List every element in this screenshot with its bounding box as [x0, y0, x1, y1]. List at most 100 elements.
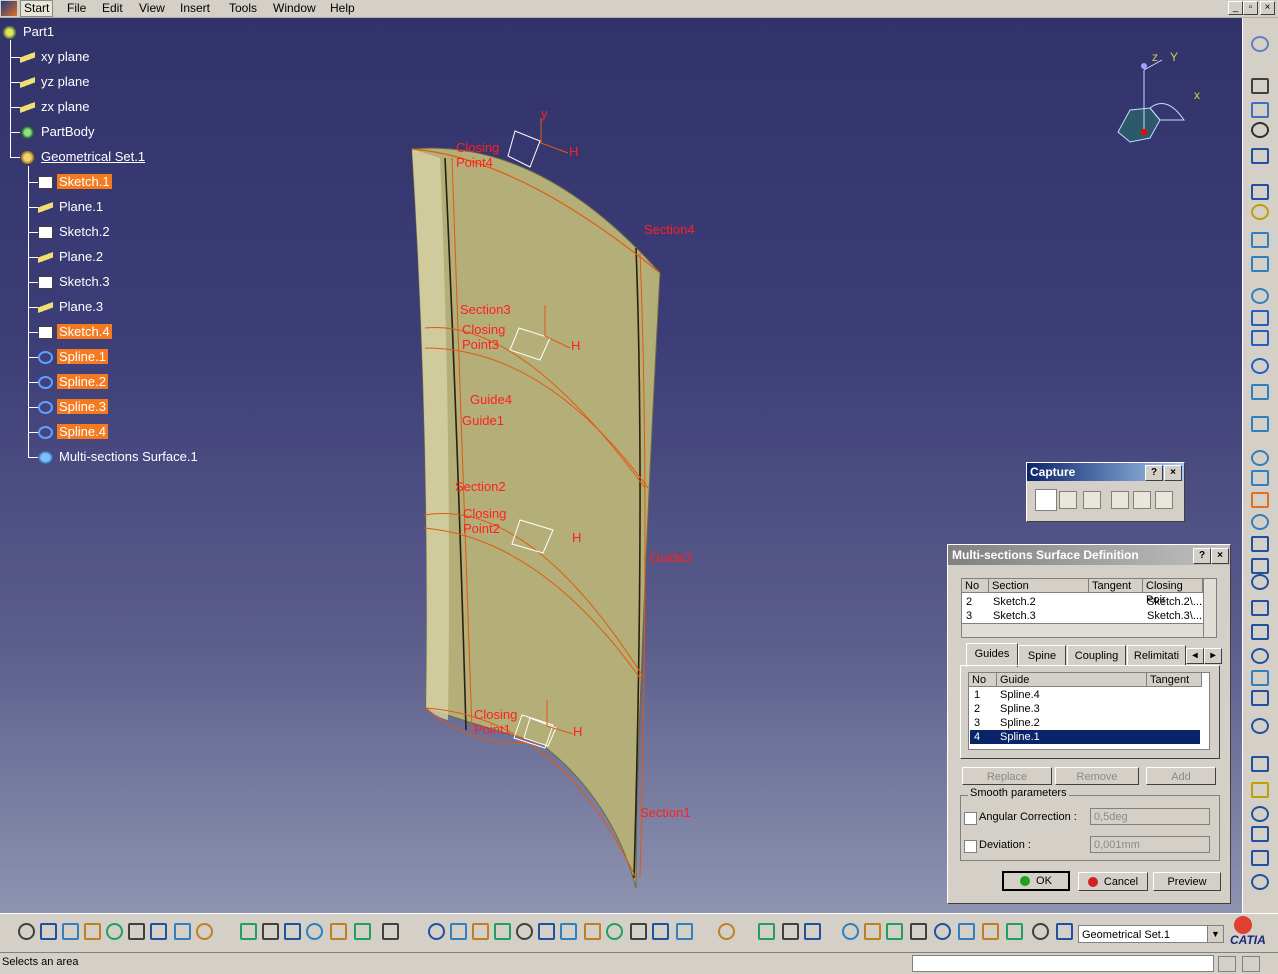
menu-edit[interactable]: Edit [99, 1, 126, 16]
tool-icon[interactable] [1251, 232, 1269, 248]
tool-icon[interactable] [1251, 450, 1269, 466]
cancel-button[interactable]: Cancel [1078, 872, 1148, 891]
tool-icon[interactable] [804, 923, 821, 940]
tool-icon[interactable] [1251, 416, 1269, 432]
menu-window[interactable]: Window [270, 1, 319, 16]
tool-icon[interactable] [1251, 670, 1269, 686]
tool-icon[interactable] [354, 923, 371, 940]
tool-icon[interactable] [472, 923, 489, 940]
menu-insert[interactable]: Insert [177, 1, 213, 16]
tool-icon[interactable] [18, 923, 35, 940]
tree-root[interactable]: Part1 [2, 23, 56, 41]
tool-icon[interactable] [1251, 514, 1269, 530]
tool-icon[interactable] [1251, 624, 1269, 640]
menu-tools[interactable]: Tools [226, 1, 260, 16]
tool-icon[interactable] [84, 923, 101, 940]
tool-icon[interactable] [128, 923, 145, 940]
section-row-name[interactable]: Sketch.3 [993, 609, 1036, 623]
tool-icon[interactable] [538, 923, 555, 940]
tool-icon[interactable] [584, 923, 601, 940]
tool-icon[interactable] [1251, 536, 1269, 552]
tool-icon[interactable] [1251, 806, 1269, 822]
tab-guides[interactable]: Guides [966, 643, 1018, 667]
menu-view[interactable]: View [136, 1, 168, 16]
ok-button[interactable]: OK [1002, 871, 1070, 891]
tool-icon[interactable] [382, 923, 399, 940]
tab-spine[interactable]: Spine [1018, 645, 1066, 666]
tool-icon[interactable] [1251, 256, 1269, 272]
capture-print-icon[interactable] [1155, 491, 1173, 509]
tool-icon[interactable] [1251, 756, 1269, 772]
tool-icon[interactable] [1251, 718, 1269, 734]
guides-list[interactable]: No Guide Tangent 1 Spline.4 2 Spline.3 3 Spli… [968, 672, 1210, 750]
tree-node[interactable]: zx plane [20, 98, 91, 116]
chevron-down-icon[interactable]: ▼ [1207, 926, 1223, 942]
add-button[interactable]: Add [1146, 767, 1216, 785]
tool-icon[interactable] [1251, 850, 1269, 866]
tree-node[interactable]: PartBody [20, 123, 96, 141]
tool-icon[interactable] [306, 923, 323, 940]
tool-icon[interactable] [676, 923, 693, 940]
tool-icon[interactable] [1251, 310, 1269, 326]
tool-icon[interactable] [864, 923, 881, 940]
tool-icon[interactable] [934, 923, 951, 940]
tool-icon[interactable] [630, 923, 647, 940]
tool-icon[interactable] [450, 923, 467, 940]
tool-icon[interactable] [1251, 288, 1269, 304]
tool-icon[interactable] [1251, 204, 1269, 220]
tool-icon[interactable] [886, 923, 903, 940]
tree-node[interactable]: Spline.4 [38, 423, 108, 441]
guide-row[interactable]: 4 Spline.1 [970, 730, 1200, 744]
tool-icon[interactable] [1056, 923, 1073, 940]
guide-row[interactable]: 3 Spline.2 [970, 716, 1200, 730]
tool-icon[interactable] [494, 923, 511, 940]
menu-help[interactable]: Help [327, 1, 358, 16]
tool-icon[interactable] [1251, 648, 1269, 664]
restore-button[interactable]: ▫ [1243, 1, 1258, 15]
tool-icon[interactable] [1032, 923, 1049, 940]
select-mode-icon[interactable] [1059, 491, 1077, 509]
tool-icon[interactable] [910, 923, 927, 940]
deviation-field[interactable]: 0,001mm [1090, 836, 1210, 853]
tool-icon[interactable] [330, 923, 347, 940]
tool-icon[interactable] [1251, 184, 1269, 200]
tree-node[interactable]: Multi-sections Surface.1 [38, 448, 200, 466]
tool-icon[interactable] [1251, 574, 1269, 590]
tool-icon[interactable] [1251, 148, 1269, 164]
tree-node[interactable]: Sketch.3 [38, 273, 112, 291]
tool-icon[interactable] [560, 923, 577, 940]
tool-icon[interactable] [982, 923, 999, 940]
tree-node[interactable]: xy plane [20, 48, 91, 66]
close-window-button[interactable]: × [1260, 1, 1275, 15]
power-input-field[interactable] [912, 955, 1214, 972]
tree-node[interactable]: Sketch.1 [38, 173, 112, 191]
compass[interactable]: z Y x [1112, 50, 1212, 150]
tool-icon[interactable] [718, 923, 735, 940]
tree-node[interactable]: yz plane [20, 73, 91, 91]
tool-icon[interactable] [40, 923, 57, 940]
angular-correction-checkbox[interactable] [964, 812, 977, 825]
preview-button[interactable]: Preview [1153, 872, 1221, 891]
tool-icon[interactable] [652, 923, 669, 940]
capture-help-button[interactable]: ? [1145, 465, 1163, 481]
tool-icon[interactable] [782, 923, 799, 940]
sections-hscrollbar[interactable] [962, 623, 1203, 637]
angular-correction-field[interactable]: 0,5deg [1090, 808, 1210, 825]
deviation-checkbox[interactable] [964, 840, 977, 853]
capture-album-icon[interactable] [1133, 491, 1151, 509]
tree-node[interactable]: Sketch.2 [38, 223, 112, 241]
dialog-help-button[interactable]: ? [1193, 548, 1211, 564]
replace-button[interactable]: Replace [962, 767, 1052, 785]
tool-icon[interactable] [1251, 874, 1269, 890]
guide-row[interactable]: 2 Spline.3 [970, 702, 1200, 716]
tool-icon[interactable] [1251, 78, 1269, 94]
tool-icon[interactable] [284, 923, 301, 940]
tool-icon[interactable] [1251, 330, 1269, 346]
minimize-button[interactable]: _ [1228, 1, 1243, 15]
tree-node[interactable]: Spline.2 [38, 373, 108, 391]
tree-node[interactable]: Spline.3 [38, 398, 108, 416]
tool-icon[interactable] [1251, 826, 1269, 842]
tool-icon[interactable] [1251, 36, 1269, 52]
tree-node[interactable]: Plane.1 [38, 198, 105, 216]
tool-icon[interactable] [606, 923, 623, 940]
